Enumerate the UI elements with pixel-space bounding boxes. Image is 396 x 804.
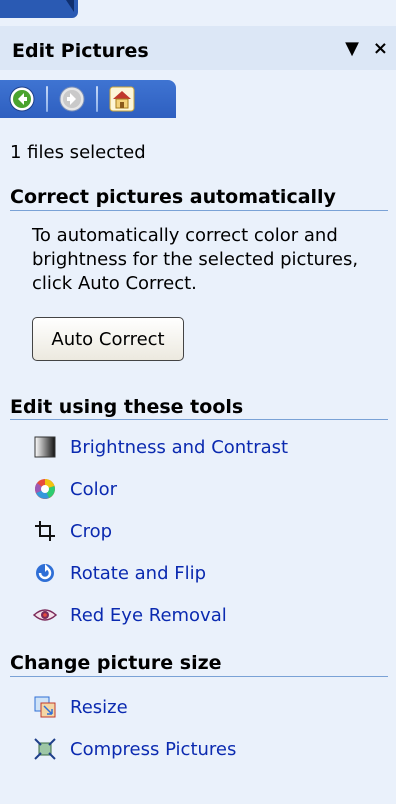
brightness-contrast-icon <box>32 434 58 460</box>
title-actions: ▼ × <box>345 38 388 59</box>
tool-compress-pictures[interactable]: Compress Pictures <box>32 734 236 764</box>
close-icon[interactable]: × <box>373 38 388 59</box>
section-divider <box>10 210 388 211</box>
task-pane-title-bar: Edit Pictures ▼ × <box>0 26 396 70</box>
tool-label: Compress Pictures <box>70 738 237 760</box>
eye-icon <box>32 602 58 628</box>
rotate-icon <box>32 560 58 586</box>
pane-options-dropdown-icon[interactable]: ▼ <box>345 38 359 59</box>
tool-label: Rotate and Flip <box>70 562 207 584</box>
crop-icon <box>32 518 58 544</box>
nav-separator <box>46 86 48 112</box>
color-wheel-icon <box>32 476 58 502</box>
tool-red-eye-removal[interactable]: Red Eye Removal <box>32 600 227 630</box>
tool-label: Color <box>70 478 117 500</box>
nav-separator <box>96 86 98 112</box>
tool-brightness-contrast[interactable]: Brightness and Contrast <box>32 432 288 462</box>
tool-label: Brightness and Contrast <box>70 436 289 458</box>
files-selected-status: 1 files selected <box>10 142 146 163</box>
resize-icon <box>32 694 58 720</box>
tool-resize[interactable]: Resize <box>32 692 128 722</box>
tab-notch <box>66 0 74 12</box>
section-divider <box>10 676 388 677</box>
tool-label: Crop <box>70 520 113 542</box>
section-divider <box>10 419 388 420</box>
forward-arrow-icon[interactable] <box>58 85 86 113</box>
home-icon[interactable] <box>108 85 136 113</box>
back-arrow-icon[interactable] <box>8 85 36 113</box>
auto-correct-description: To automatically correct color and brigh… <box>32 225 359 294</box>
pane-title: Edit Pictures <box>12 40 149 62</box>
section-heading-correct: Correct pictures automatically <box>10 186 336 208</box>
section-heading-tools: Edit using these tools <box>10 396 244 418</box>
auto-correct-button[interactable]: Auto Correct <box>32 317 184 361</box>
tool-label: Red Eye Removal <box>70 604 227 626</box>
tool-crop[interactable]: Crop <box>32 516 112 546</box>
compress-icon <box>32 736 58 762</box>
top-strip <box>0 0 396 26</box>
tool-label: Resize <box>70 696 128 718</box>
tool-rotate-flip[interactable]: Rotate and Flip <box>32 558 206 588</box>
toolbar-tab-fragment <box>0 0 78 18</box>
section-heading-size: Change picture size <box>10 652 222 674</box>
task-pane-nav-bar <box>0 80 176 118</box>
tool-color[interactable]: Color <box>32 474 117 504</box>
